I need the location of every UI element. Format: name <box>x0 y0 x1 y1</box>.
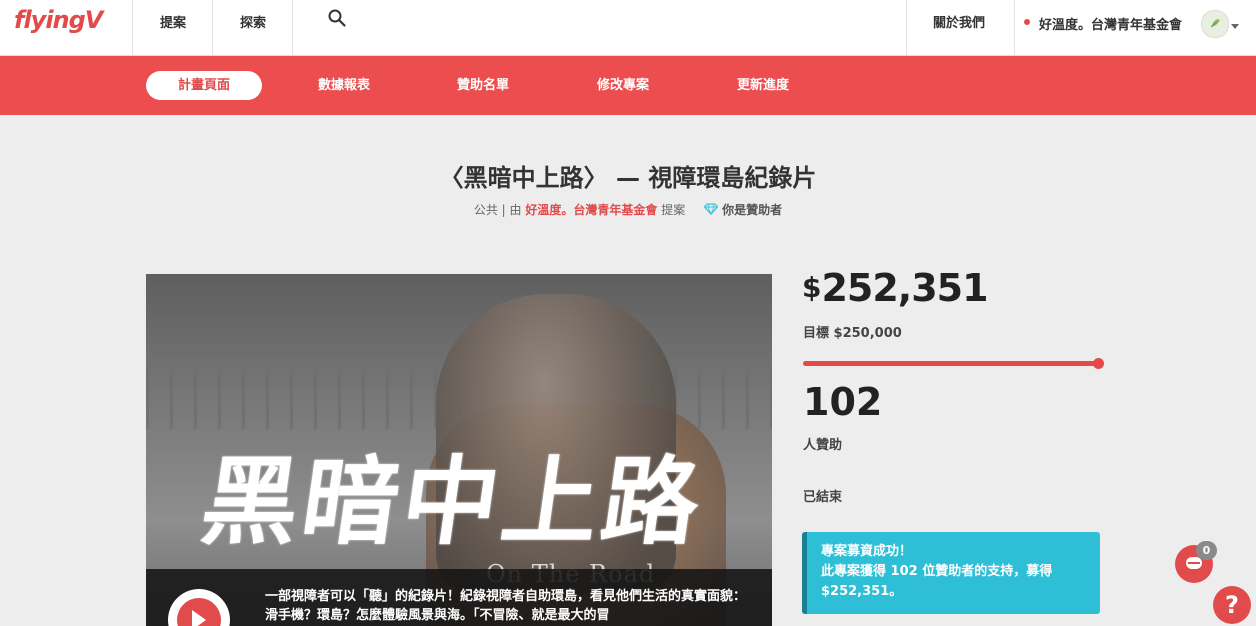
tab-edit-project[interactable]: 修改專案 <box>565 71 681 100</box>
owner-link[interactable]: 好溫度。台灣青年基金會 <box>525 203 657 217</box>
project-video[interactable]: 黑暗中上路 On The Road 一部視障者可以「聽」的紀錄片！紀錄視障者自助… <box>146 274 772 626</box>
help-button[interactable]: ? <box>1213 586 1251 624</box>
page-title: 〈黑暗中上路〉 — 視障環島紀錄片 <box>439 164 817 192</box>
chevron-down-icon[interactable] <box>1231 24 1239 29</box>
search-icon[interactable] <box>328 9 346 27</box>
proposed-label: 提案 <box>661 203 686 217</box>
campaign-status: 已結束 <box>803 490 843 505</box>
chat-count-badge: 0 <box>1196 541 1217 560</box>
progress-knob <box>1093 358 1104 369</box>
success-text: 此專案獲得 102 位贊助者的支持，募得 <box>821 564 1053 579</box>
notification-dot <box>1024 19 1030 25</box>
avatar[interactable] <box>1201 10 1229 38</box>
by-label: 由 <box>509 203 522 217</box>
user-name[interactable]: 好溫度。台灣青年基金會 <box>1039 14 1182 33</box>
avatar-leaf-icon <box>1210 19 1220 28</box>
top-navbar: flyingV 提案 探索 關於我們 好溫度。台灣青年基金會 <box>0 0 1256 56</box>
project-subnav: 計畫頁面 數據報表 贊助名單 修改專案 更新進度 <box>0 56 1256 115</box>
video-title-art: 黑暗中上路 <box>194 445 711 558</box>
tab-data-report[interactable]: 數據報表 <box>286 71 402 100</box>
diamond-icon <box>703 203 719 216</box>
success-notice: 專案募資成功！ 此專案獲得 102 位贊助者的支持，募得 $252,351。 <box>802 532 1100 614</box>
play-icon <box>192 610 206 626</box>
success-amount: $252,351。 <box>821 584 903 599</box>
flyingv-logo[interactable]: flyingV <box>14 6 103 34</box>
project-meta: 公共 | 由 好溫度。台灣青年基金會 提案 你是贊助者 <box>0 201 1256 218</box>
meta-separator: | <box>501 203 506 217</box>
visibility-label: 公共 <box>473 203 498 217</box>
nav-about[interactable]: 關於我們 <box>906 0 1014 55</box>
tab-update-progress[interactable]: 更新進度 <box>705 71 821 100</box>
raised-value: 252,351 <box>821 266 988 310</box>
nav-propose[interactable]: 提案 <box>132 0 212 55</box>
chat-icon-line <box>1188 562 1200 564</box>
backer-count: 102 <box>803 380 883 424</box>
funding-progress-bar <box>803 358 1104 369</box>
tab-project-page[interactable]: 計畫頁面 <box>146 71 262 100</box>
backer-label: 人贊助 <box>803 438 843 453</box>
raised-amount: $252,351 <box>802 266 989 310</box>
currency-symbol: $ <box>802 271 822 304</box>
progress-fill <box>803 361 1099 366</box>
video-description: 一部視障者可以「聽」的紀錄片！紀錄視障者自助環島，看見他們生活的真實面貌：滑手機… <box>265 589 747 623</box>
goal-label: 目標 $250,000 <box>803 326 902 341</box>
tab-sponsor-list[interactable]: 贊助名單 <box>425 71 541 100</box>
nav-explore[interactable]: 探索 <box>212 0 292 55</box>
nav-divider <box>292 0 293 55</box>
sponsor-tag: 你是贊助者 <box>722 203 783 217</box>
success-title: 專案募資成功！ <box>821 544 913 559</box>
